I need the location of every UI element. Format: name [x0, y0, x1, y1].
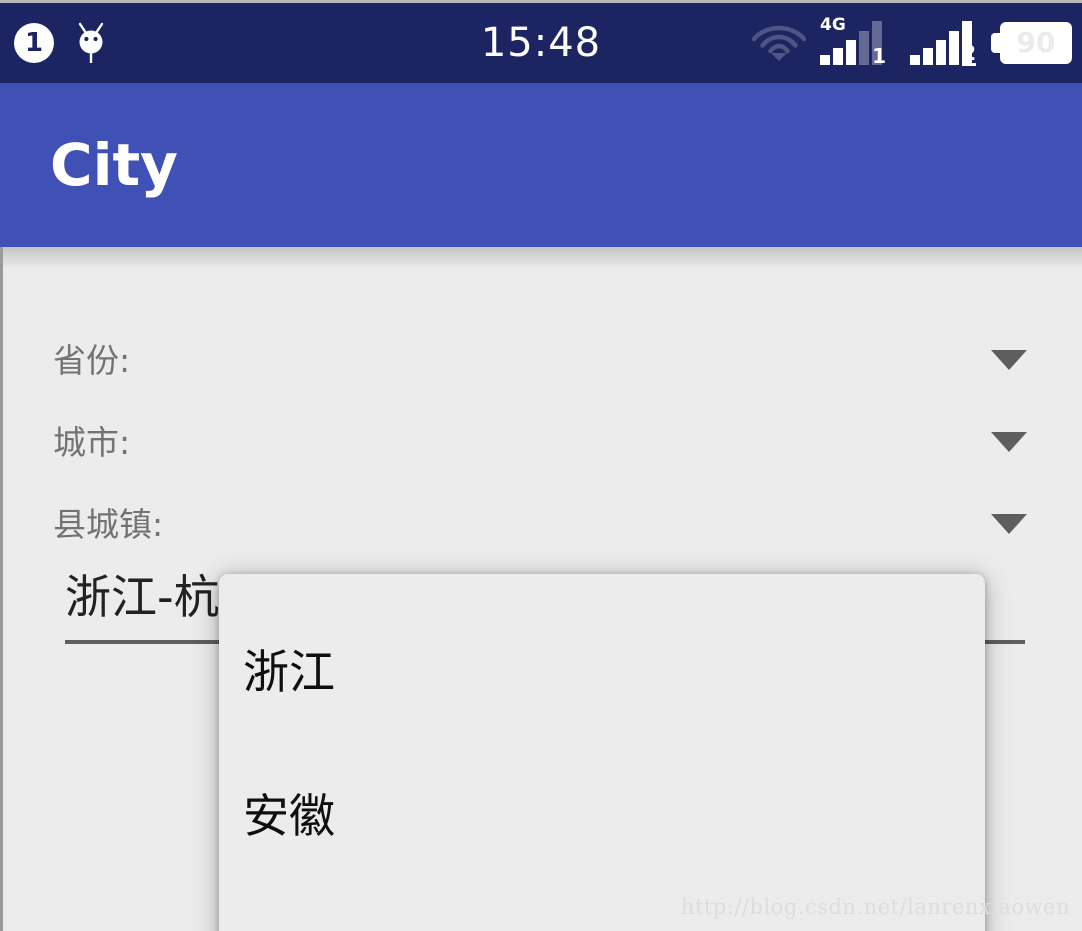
province-label: 省份:	[53, 340, 131, 380]
page-title: City	[50, 131, 178, 199]
phone-screen: 1 15:48 4G 1 2 90 City 省份: 城市: 县城镇: 浙江-杭…	[0, 0, 1082, 931]
county-label: 县城镇:	[53, 504, 164, 544]
selected-location-underline	[65, 640, 1025, 644]
selected-location-row: 浙江-杭	[3, 572, 1082, 662]
app-bar: City	[0, 83, 1082, 247]
content-area: 省份: 城市: 县城镇: 浙江-杭	[0, 247, 1082, 931]
sim1-slot-number: 1	[872, 44, 886, 68]
battery-icon: 90	[991, 22, 1072, 64]
sim2-signal-indicator: 2	[910, 19, 986, 67]
battery-level-label: 90	[1016, 26, 1056, 59]
chevron-down-icon-county[interactable]	[991, 514, 1027, 534]
wifi-icon	[752, 22, 806, 64]
form-row-county: 县城镇:	[3, 504, 1082, 544]
app-bar-shadow	[3, 247, 1082, 269]
chevron-down-icon-province[interactable]	[991, 350, 1027, 370]
form-row-province: 省份:	[3, 340, 1082, 380]
form-row-city: 城市:	[3, 422, 1082, 462]
status-bar-right-icons: 4G 1 2 90	[752, 3, 1072, 83]
chevron-down-icon-city[interactable]	[991, 432, 1027, 452]
sim1-signal-indicator: 4G 1	[820, 17, 896, 68]
status-bar: 1 15:48 4G 1 2 90	[0, 0, 1082, 83]
city-label: 城市:	[53, 422, 131, 462]
selected-location-value: 浙江-杭	[65, 570, 220, 624]
sim2-slot-number: 2	[962, 41, 976, 66]
